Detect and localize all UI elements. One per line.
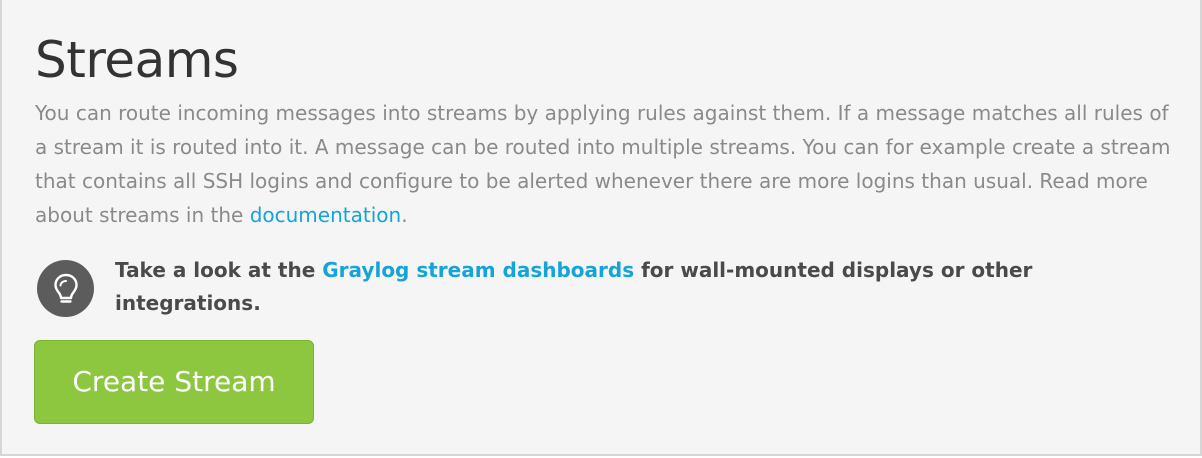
- lightbulb-icon: [37, 260, 94, 317]
- description-text: You can route incoming messages into str…: [35, 101, 1171, 227]
- streams-header-panel: Streams You can route incoming messages …: [0, 0, 1202, 456]
- create-stream-button[interactable]: Create Stream: [34, 340, 314, 424]
- dashboard-tip: Take a look at the Graylog stream dashbo…: [37, 254, 1157, 324]
- stream-dashboards-link[interactable]: Graylog stream dashboards: [322, 258, 634, 282]
- tip-prefix: Take a look at the: [115, 258, 323, 282]
- page-title: Streams: [35, 31, 239, 89]
- page-description: You can route incoming messages into str…: [35, 96, 1175, 232]
- documentation-link[interactable]: documentation: [250, 203, 401, 227]
- description-end: .: [401, 203, 408, 227]
- tip-text: Take a look at the Graylog stream dashbo…: [115, 254, 1135, 320]
